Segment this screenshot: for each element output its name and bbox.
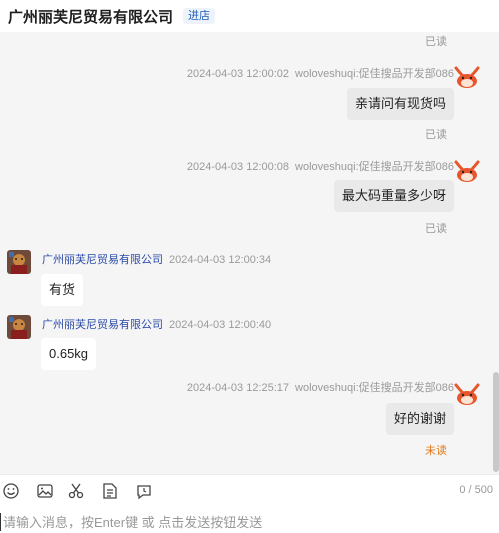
message-meta: 2024-04-03 12:00:02 woloveshuqi:促佳搜品开发部08… bbox=[187, 65, 454, 81]
message-bubble[interactable]: 0.65kg bbox=[41, 338, 97, 370]
buyer-avatar bbox=[454, 66, 480, 88]
message-meta: 广州丽芙尼贸易有限公司 2024-04-03 12:00:34 bbox=[42, 251, 271, 267]
message-bubble[interactable]: 最大码重量多少呀 bbox=[333, 180, 454, 212]
buyer-avatar bbox=[454, 160, 480, 182]
message-sender: woloveshuqi:促佳搜品开发部086 bbox=[295, 161, 454, 173]
read-status: 已读 bbox=[425, 223, 447, 235]
message-meta: 广州丽芙尼贸易有限公司 2024-04-03 12:00:40 bbox=[42, 316, 271, 332]
message-time: 2024-04-03 12:00:34 bbox=[169, 254, 272, 266]
message-time: 2024-04-03 12:25:17 bbox=[186, 382, 290, 394]
shop-title: 广州丽芙尼贸易有限公司 bbox=[8, 8, 174, 26]
unread-status: 未读 bbox=[425, 445, 447, 457]
seller-avatar bbox=[7, 315, 31, 339]
composer-toolbar: 0 / 500 bbox=[0, 474, 499, 506]
message-sender: woloveshuqi:促佳搜品开发部086 bbox=[295, 68, 454, 80]
message-list[interactable]: 已读 2024-04-03 12:00:02 woloveshuqi:促佳搜品开发… bbox=[0, 32, 490, 474]
message-sender: 广州丽芙尼贸易有限公司 bbox=[42, 319, 163, 331]
composer bbox=[0, 506, 499, 533]
char-count: 0 / 500 bbox=[459, 484, 493, 496]
emoji-icon[interactable] bbox=[2, 482, 20, 500]
message-sender: woloveshuqi:促佳搜品开发部086 bbox=[295, 382, 454, 394]
chat-header: 广州丽芙尼贸易有限公司 进店 bbox=[0, 0, 499, 32]
buyer-avatar bbox=[454, 383, 480, 405]
message-meta: 2024-04-03 12:25:17 woloveshuqi:促佳搜品开发部08… bbox=[187, 379, 454, 395]
history-icon[interactable] bbox=[135, 482, 153, 500]
read-status: 已读 bbox=[425, 36, 447, 48]
message-time: 2024-04-03 12:00:02 bbox=[186, 68, 290, 80]
message-bubble[interactable]: 亲请问有现货吗 bbox=[346, 88, 454, 120]
message-sender: 广州丽芙尼贸易有限公司 bbox=[42, 254, 163, 266]
message-meta: 2024-04-03 12:00:08 woloveshuqi:促佳搜品开发部08… bbox=[187, 158, 454, 174]
image-icon[interactable] bbox=[36, 482, 54, 500]
message-time: 2024-04-03 12:00:08 bbox=[186, 161, 290, 173]
message-time: 2024-04-03 12:00:40 bbox=[169, 319, 272, 331]
read-status: 已读 bbox=[425, 129, 447, 141]
enter-shop-button[interactable]: 进店 bbox=[183, 8, 216, 24]
chat-window: 广州丽芙尼贸易有限公司 进店 已读 2024-04-03 12:00:02 wol… bbox=[0, 0, 499, 533]
seller-avatar bbox=[7, 250, 31, 274]
scrollbar-thumb[interactable] bbox=[493, 372, 499, 472]
message-input[interactable] bbox=[0, 513, 493, 531]
scissors-icon[interactable] bbox=[67, 482, 85, 500]
message-bubble[interactable]: 有货 bbox=[41, 274, 84, 306]
message-bubble[interactable]: 好的谢谢 bbox=[385, 403, 454, 435]
document-icon[interactable] bbox=[101, 482, 119, 500]
